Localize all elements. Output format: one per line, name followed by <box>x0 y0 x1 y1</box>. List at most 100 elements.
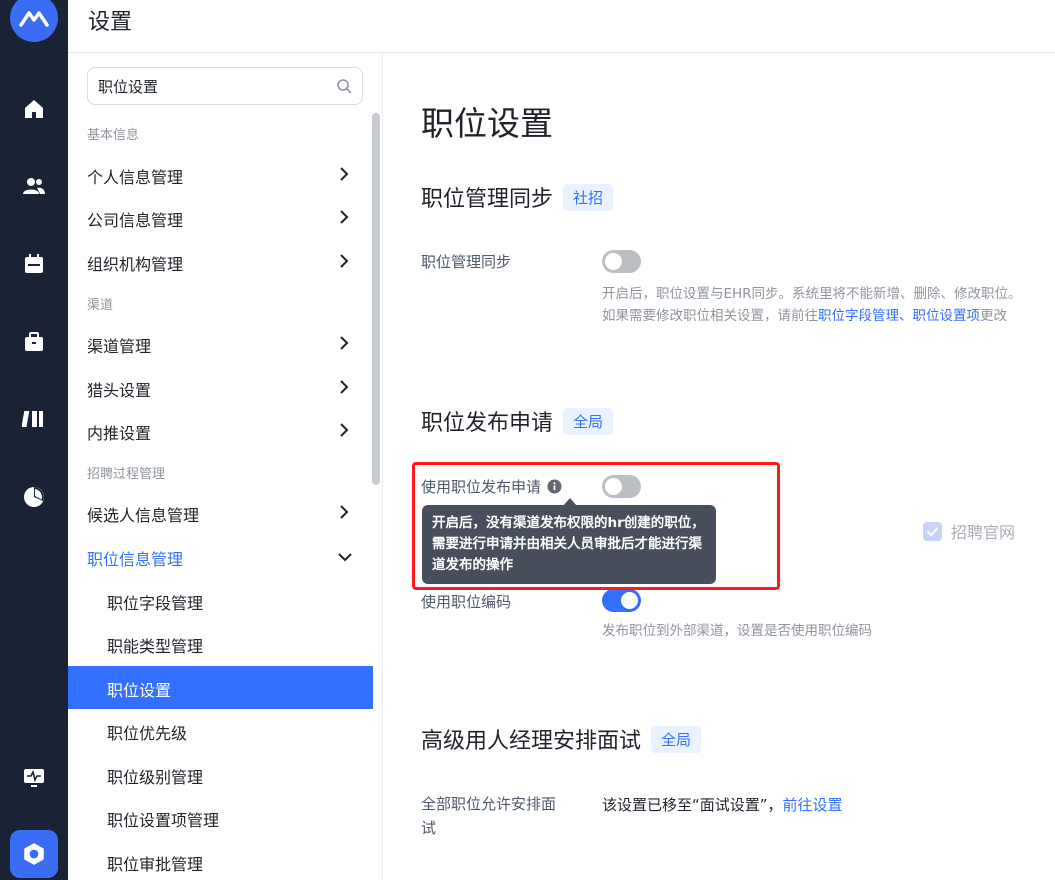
briefcase-icon[interactable] <box>20 328 48 356</box>
nav-subitem-setting-items[interactable]: 职位设置项管理 <box>68 796 373 839</box>
nav-item-label: 渠道管理 <box>87 337 152 356</box>
app-window: 设置 基本信息 个人信息管理 公司信息管理 组织机构管理 渠道 渠道管理 <box>0 0 1055 880</box>
interview-label-line2: 试 <box>421 819 437 837</box>
group-label-basic: 基本信息 <box>87 128 140 143</box>
nav-subitem-priority[interactable]: 职位优先级 <box>68 709 373 752</box>
sync-desc-line1: 开启后，职位设置与EHR同步。系统里将不能新增、删除、修改职位。 <box>602 286 1022 302</box>
nav-item-label: 职位设置 <box>107 681 172 700</box>
group-label-channel: 渠道 <box>87 298 114 313</box>
books-icon[interactable] <box>20 405 48 433</box>
logo-icon <box>19 11 49 27</box>
field-mgmt-link[interactable]: 职位字段管理 <box>818 308 899 324</box>
sync-desc-prefix: 如果需要修改职位相关设置，请前往 <box>602 308 818 324</box>
main-content: 职位设置 职位管理同步 社招 职位管理同步 开启后，职位设置与EHR同步。系统里… <box>383 53 1055 880</box>
monitor-icon[interactable] <box>20 764 48 792</box>
go-settings-link[interactable]: 前往设置 <box>783 796 843 814</box>
nav-item-label: 猎头设置 <box>87 381 152 400</box>
chevron-right-icon <box>340 336 349 350</box>
code-label: 使用职位编码 <box>421 593 512 611</box>
nav-item-candidate[interactable]: 候选人信息管理 <box>68 491 373 534</box>
page-title: 职位设置 <box>421 104 553 143</box>
code-description: 发布职位到外部渠道，设置是否使用职位编码 <box>602 623 872 639</box>
search-box[interactable] <box>87 67 363 105</box>
nav-item-label: 职位信息管理 <box>87 550 184 569</box>
info-icon[interactable] <box>547 479 562 494</box>
nav-item-label: 公司信息管理 <box>87 211 184 230</box>
nav-item-channel-mgmt[interactable]: 渠道管理 <box>68 322 373 365</box>
toggle-knob <box>605 478 622 495</box>
settings-nav-panel: 基本信息 个人信息管理 公司信息管理 组织机构管理 渠道 渠道管理 猎头设置 内… <box>68 53 383 880</box>
calendar-icon[interactable] <box>20 250 48 278</box>
chevron-right-icon <box>340 210 349 224</box>
section-title-sync: 职位管理同步 社招 <box>421 181 614 213</box>
chevron-right-icon <box>340 505 349 519</box>
section-title-interview: 高级用人经理安排面试 全局 <box>421 723 702 755</box>
nav-subitem-position-settings[interactable]: 职位设置 <box>68 666 373 709</box>
search-input[interactable] <box>98 76 328 96</box>
search-icon[interactable] <box>336 78 352 94</box>
nav-subitem-function-type[interactable]: 职能类型管理 <box>68 622 373 665</box>
interview-moved-text: 该设置已移至“面试设置”，前往设置 <box>602 794 843 815</box>
home-icon[interactable] <box>20 95 48 123</box>
setting-items-link[interactable]: 职位设置项 <box>913 308 981 324</box>
section-title-text: 职位管理同步 <box>421 187 554 212</box>
settings-rail-button[interactable] <box>10 830 58 878</box>
people-icon[interactable] <box>20 172 48 200</box>
publish-toggle[interactable] <box>602 475 641 498</box>
nav-item-headhunter[interactable]: 猎头设置 <box>68 366 373 409</box>
nav-subitem-field-mgmt[interactable]: 职位字段管理 <box>68 579 373 622</box>
pie-chart-icon[interactable] <box>20 483 48 511</box>
nav-item-label: 组织机构管理 <box>87 255 184 274</box>
toggle-knob <box>621 592 638 609</box>
app-logo[interactable] <box>10 0 58 42</box>
publish-tooltip: 开启后，没有渠道发布权限的hr创建的职位，需要进行申请并由相关人员审批后才能进行… <box>422 505 716 584</box>
nav-subitem-level[interactable]: 职位级别管理 <box>68 753 373 796</box>
code-toggle[interactable] <box>602 589 641 612</box>
scope-tag: 全局 <box>563 407 614 435</box>
link-separator: 、 <box>899 308 913 324</box>
nav-item-org[interactable]: 组织机构管理 <box>68 240 373 283</box>
section-title-text: 职位发布申请 <box>421 411 554 436</box>
nav-item-label: 职能类型管理 <box>107 637 204 656</box>
nav-subitem-approval[interactable]: 职位审批管理 <box>68 840 373 880</box>
interview-label-line1: 全部职位允许安排面 <box>421 795 557 813</box>
nav-item-label: 职位字段管理 <box>107 594 204 613</box>
scope-tag: 社招 <box>563 183 614 211</box>
chevron-down-icon <box>338 553 352 562</box>
sync-toggle[interactable] <box>602 250 641 273</box>
nav-item-label: 个人信息管理 <box>87 168 184 187</box>
toggle-knob <box>605 253 622 270</box>
sync-description: 开启后，职位设置与EHR同步。系统里将不能新增、删除、修改职位。 如果需要修改职… <box>602 283 1022 327</box>
group-label-process: 招聘过程管理 <box>87 467 166 482</box>
app-rail <box>0 0 68 880</box>
sync-desc-suffix: 更改 <box>980 308 1007 324</box>
nav-item-label: 职位设置项管理 <box>107 811 220 830</box>
chevron-right-icon <box>340 423 349 437</box>
interview-text: 该设置已移至“面试设置”， <box>602 796 783 814</box>
nav-item-label: 内推设置 <box>87 424 152 443</box>
nav-scrollbar[interactable] <box>372 113 380 485</box>
checkbox-checked <box>923 521 942 541</box>
nav-item-personal[interactable]: 个人信息管理 <box>68 153 373 196</box>
publish-label: 使用职位发布申请 <box>421 478 542 496</box>
top-header: 设置 <box>68 0 1055 53</box>
nav-item-label: 职位级别管理 <box>107 768 204 787</box>
header-title: 设置 <box>88 10 133 35</box>
settings-hex-icon <box>24 843 44 865</box>
chevron-right-icon <box>340 254 349 268</box>
checkbox-label: 招聘官网 <box>951 523 1016 542</box>
scope-tag: 全局 <box>651 725 702 753</box>
nav-item-label: 职位优先级 <box>107 724 188 743</box>
official-site-checkbox[interactable]: 招聘官网 <box>923 519 1015 543</box>
interview-label: 全部职位允许安排面 试 <box>421 792 556 840</box>
nav-item-label: 候选人信息管理 <box>87 506 200 525</box>
check-icon <box>926 526 939 536</box>
sync-label: 职位管理同步 <box>421 253 512 271</box>
nav-item-referral[interactable]: 内推设置 <box>68 409 373 452</box>
sync-desc-line2: 如果需要修改职位相关设置，请前往职位字段管理、职位设置项更改 <box>602 305 1022 327</box>
nav-item-label: 职位审批管理 <box>107 855 204 874</box>
nav-item-company[interactable]: 公司信息管理 <box>68 196 373 239</box>
section-title-text: 高级用人经理安排面试 <box>421 729 642 754</box>
chevron-right-icon <box>340 167 349 181</box>
nav-item-position-info[interactable]: 职位信息管理 <box>68 535 373 578</box>
